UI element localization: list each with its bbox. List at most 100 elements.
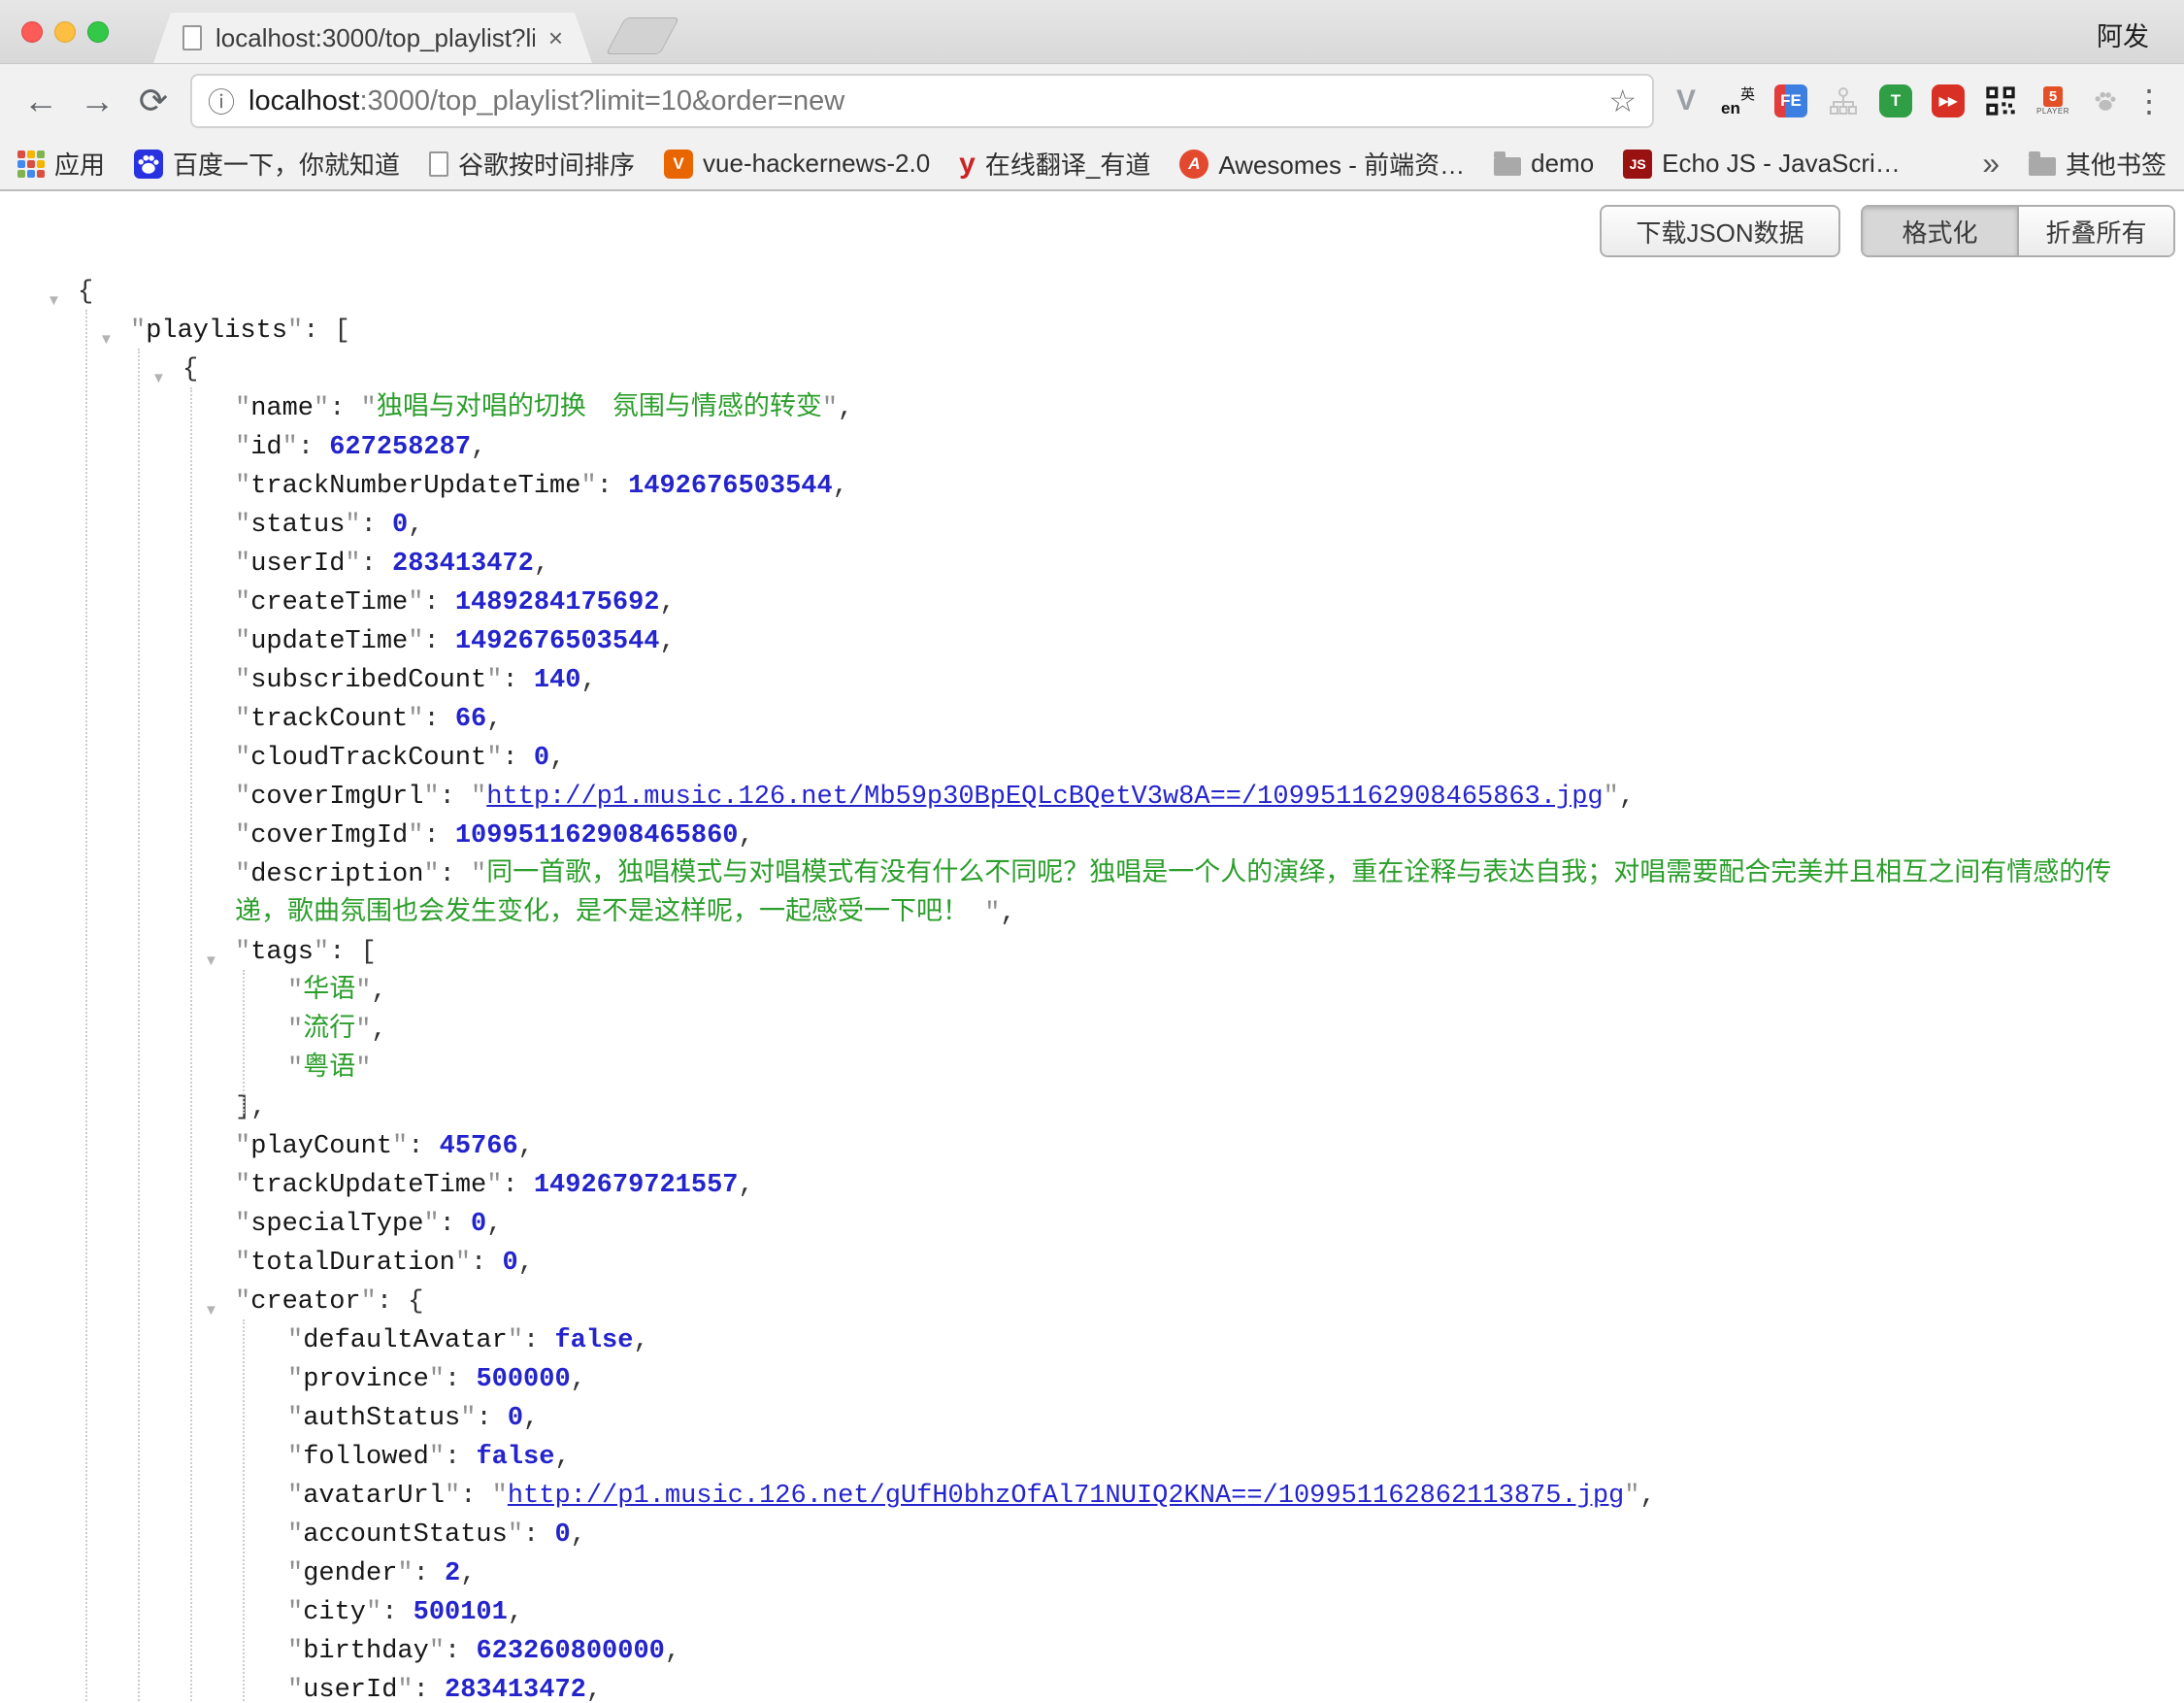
browser-tab[interactable]: localhost:3000/top_playlist?lim × <box>153 13 592 63</box>
json-line: "playCount": 45766, <box>0 1127 2184 1166</box>
traffic-lights <box>21 21 109 43</box>
bookmark-star-icon[interactable]: ☆ <box>1608 83 1637 119</box>
minimize-window-button[interactable] <box>54 21 76 43</box>
bookmark-baidu[interactable]: 百度一下，你就知道 <box>134 146 400 182</box>
demo-folder-icon <box>1494 157 1521 176</box>
json-line: "粤语" <box>0 1050 2184 1088</box>
json-line: "accountStatus": 0, <box>0 1516 2184 1554</box>
json-line: "coverImgUrl": "http://p1.music.126.net/… <box>0 778 2184 817</box>
bookmark-label: 在线翻译_有道 <box>985 146 1150 182</box>
bookmarks-overflow-icon[interactable]: » <box>1982 146 2000 182</box>
translate-icon: en英 <box>1721 83 1756 118</box>
qrcode-icon <box>1985 85 2016 117</box>
json-line: ▼"tags": [ <box>0 933 2184 972</box>
youdao-translate-icon: y <box>959 148 976 181</box>
bookmark-demo-folder[interactable]: demo <box>1494 149 1594 179</box>
paw-extension-icon[interactable] <box>2087 83 2124 119</box>
bookmark-label: Awesomes - 前端资… <box>1218 146 1465 182</box>
page-favicon-icon <box>182 25 202 50</box>
bookmark-youdao-translate[interactable]: y 在线翻译_有道 <box>959 146 1150 182</box>
address-bar[interactable]: ⓘ localhost:3000/top_playlist?limit=10&o… <box>190 74 1654 128</box>
qrcode-extension-icon[interactable] <box>1982 83 2019 119</box>
json-line: "city": 500101, <box>0 1593 2184 1632</box>
bookmark-vue-hackernews[interactable]: Vvue-hackernews-2.0 <box>664 149 930 179</box>
other-bookmarks-label: 其他书签 <box>2066 146 2167 182</box>
bookmark-echo-js[interactable]: JSEcho JS - JavaScri… <box>1623 149 1901 179</box>
reload-button[interactable]: ⟳ <box>128 81 179 121</box>
json-line: "userId": 283413472, <box>0 1671 2184 1701</box>
tab-close-icon[interactable]: × <box>548 23 563 53</box>
other-bookmarks-folder[interactable]: 其他书签 <box>2029 146 2167 182</box>
json-line: "updateTime": 1492676503544, <box>0 622 2184 661</box>
browser-toolbar: ← → ⟳ ⓘ localhost:3000/top_playlist?limi… <box>0 64 2184 138</box>
translate-extension-icon[interactable]: en英 <box>1720 83 1757 119</box>
json-line: "subscribedCount": 140, <box>0 661 2184 700</box>
url-host: localhost <box>248 85 359 117</box>
json-line: "trackCount": 66, <box>0 700 2184 739</box>
url-text: localhost:3000/top_playlist?limit=10&ord… <box>248 85 1595 117</box>
bookmark-apps[interactable]: 应用 <box>17 146 105 182</box>
indent-guide-line <box>190 387 192 1701</box>
tampermonkey-extension-icon[interactable]: T <box>1877 83 1914 119</box>
fe-extension-icon[interactable]: FE <box>1772 83 1809 119</box>
info-icon[interactable]: ⓘ <box>208 82 235 120</box>
close-window-button[interactable] <box>21 21 43 43</box>
json-line: "trackNumberUpdateTime": 1492676503544, <box>0 467 2184 506</box>
json-line: "华语", <box>0 972 2184 1011</box>
bookmarks-items: 应用 百度一下，你就知道谷歌按时间排序 Vvue-hackernews-2.0 y 在线… <box>17 146 1901 182</box>
json-line: "status": 0, <box>0 506 2184 545</box>
bookmark-label: 百度一下，你就知道 <box>173 146 400 182</box>
browser-menu-icon[interactable]: ⋮ <box>2130 83 2168 119</box>
folder-icon <box>2029 157 2056 176</box>
json-line: ▼{ <box>0 273 2184 312</box>
json-url-link[interactable]: http://p1.music.126.net/Mb59p30BpEQLcBQe… <box>486 783 1603 812</box>
indent-guide-line <box>85 310 87 1701</box>
json-line: "birthday": 623260800000, <box>0 1632 2184 1671</box>
vue-hackernews-icon: V <box>664 150 693 179</box>
apps-icon <box>17 150 45 178</box>
bookmark-label: vue-hackernews-2.0 <box>703 149 930 179</box>
json-line: "province": 500000, <box>0 1360 2184 1399</box>
json-line: "cloudTrackCount": 0, <box>0 739 2184 778</box>
bookmark-awesomes[interactable]: A Awesomes - 前端资… <box>1179 146 1465 182</box>
video-speed-extension-icon[interactable]: ▶▶ <box>1930 83 1967 119</box>
html5-player-extension-icon[interactable]: 5PLAYER <box>2035 83 2071 119</box>
tampermonkey-icon: T <box>1879 84 1912 117</box>
back-button[interactable]: ← <box>16 81 66 121</box>
bookmark-label: Echo JS - JavaScri… <box>1662 149 1901 179</box>
vue-devtools-extension-icon[interactable]: V <box>1668 83 1704 119</box>
json-line: ], <box>0 1088 2184 1127</box>
bookmark-google-by-time[interactable]: 谷歌按时间排序 <box>429 146 635 182</box>
video-speed-icon: ▶▶ <box>1932 84 1965 117</box>
vue-devtools-icon: V <box>1676 84 1696 117</box>
indent-guide-line <box>138 349 140 1701</box>
bookmark-label: demo <box>1531 149 1594 179</box>
indent-guide-line <box>243 1319 245 1701</box>
json-line: "gender": 2, <box>0 1554 2184 1593</box>
window-title-bar: localhost:3000/top_playlist?lim × 阿发 <box>0 0 2184 64</box>
json-line: "description": "同一首歌，独唱模式与对唱模式有没有什么不同呢？独… <box>0 855 2184 933</box>
page-content: 下载JSON数据 格式化 折叠所有 ▼{▼"playlists": [▼{"na… <box>0 191 2184 1701</box>
sitemap-extension-icon[interactable] <box>1825 83 1862 119</box>
json-url-link[interactable]: http://p1.music.126.net/gUfH0bhzOfAl71NU… <box>508 1482 1624 1511</box>
json-line: ▼"creator": { <box>0 1283 2184 1321</box>
forward-button[interactable]: → <box>72 81 122 121</box>
json-line: "followed": false, <box>0 1438 2184 1477</box>
bookmark-label: 应用 <box>54 146 105 182</box>
json-viewer: ▼{▼"playlists": [▼{"name": "独唱与对唱的切换 氛围与… <box>0 191 2184 1701</box>
html5-player-icon: 5PLAYER <box>2036 86 2069 116</box>
sitemap-icon <box>1828 85 1859 117</box>
url-path: :3000/top_playlist?limit=10&order=new <box>359 85 844 117</box>
new-tab-button[interactable] <box>606 17 679 54</box>
paw-icon <box>2093 88 2118 114</box>
google-by-time-icon <box>429 151 448 177</box>
extension-icons: Ven英 FE T ▶▶ 5PLAYER <box>1668 83 2124 119</box>
json-line: "name": "独唱与对唱的切换 氛围与情感的转变", <box>0 389 2184 428</box>
json-line: ▼"playlists": [ <box>0 312 2184 351</box>
json-line: "avatarUrl": "http://p1.music.126.net/gU… <box>0 1477 2184 1516</box>
zoom-window-button[interactable] <box>87 21 109 43</box>
tab-title: localhost:3000/top_playlist?lim <box>215 23 535 53</box>
json-line: ▼{ <box>0 351 2184 389</box>
bookmarks-bar: 应用 百度一下，你就知道谷歌按时间排序 Vvue-hackernews-2.0 y 在线… <box>0 138 2184 191</box>
awesomes-icon: A <box>1179 150 1208 179</box>
